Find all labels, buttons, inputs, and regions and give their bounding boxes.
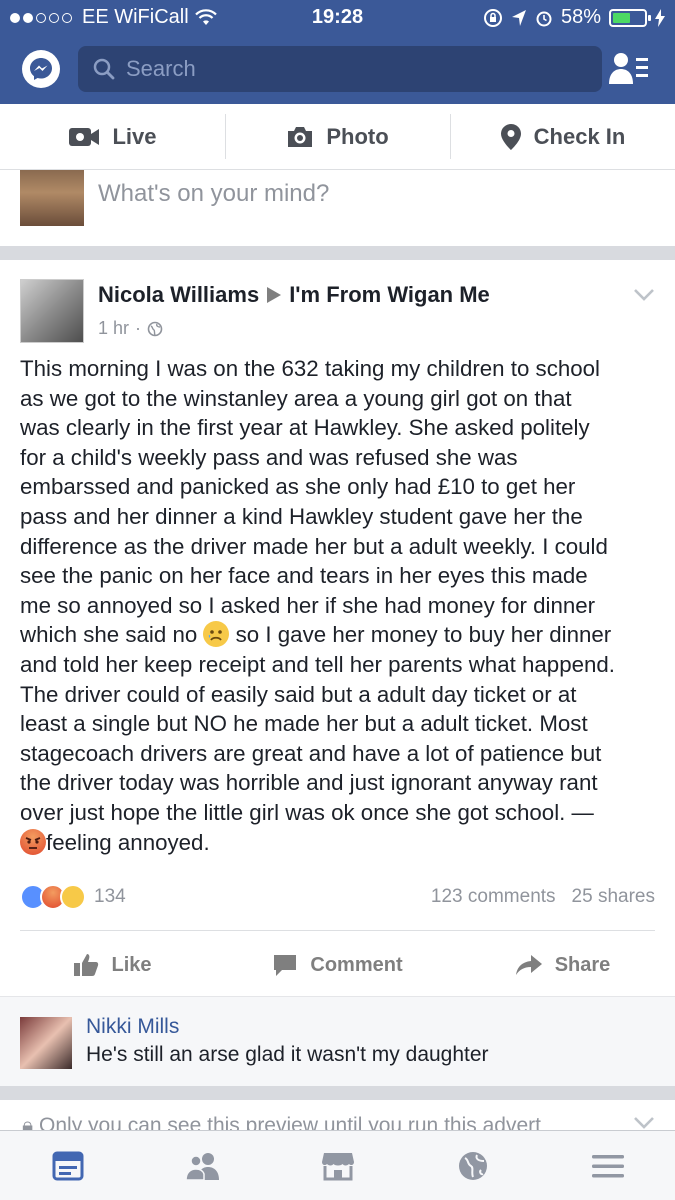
post-meta: 1 hr · (98, 318, 163, 339)
photo-button[interactable]: Photo (225, 104, 450, 169)
angry-face-emoji-icon (20, 828, 46, 855)
share-label: Share (554, 953, 611, 976)
thumbs-up-icon (74, 954, 99, 976)
battery-percent: 58% (560, 6, 601, 28)
tab-marketplace[interactable] (270, 1131, 405, 1200)
location-pin-icon (500, 123, 521, 150)
live-label: Live (112, 123, 157, 149)
like-button[interactable]: Like (0, 936, 225, 994)
sad-reaction-icon (60, 884, 86, 910)
tab-news-feed[interactable] (0, 1131, 135, 1200)
shares-count[interactable]: 25 shares (572, 886, 655, 908)
composer-input-row[interactable]: What's on your mind? (0, 170, 675, 246)
rotation-lock-icon (483, 8, 502, 27)
location-arrow-icon (511, 9, 526, 26)
advert-preview-notice: Only you can see this preview until you … (39, 1114, 541, 1130)
preview-lock-icon: 🔒︎ (22, 1114, 34, 1130)
crying-face-emoji-icon (203, 621, 230, 648)
friend-requests-icon[interactable] (609, 52, 649, 86)
friends-icon (184, 1152, 219, 1180)
composer-actions: Live Photo Check In (0, 104, 675, 170)
news-feed-icon (52, 1151, 83, 1180)
status-bar: EE WiFiCall 19:28 58% (0, 0, 675, 34)
charging-bolt-icon (655, 8, 665, 27)
check-in-label: Check In (533, 123, 626, 149)
post-actions: Like Comment Share (0, 936, 675, 994)
alarm-icon (536, 11, 552, 26)
comment-label: Comment (310, 953, 403, 976)
search-row (0, 44, 675, 94)
post-group-name[interactable]: I'm From Wigan Me (289, 282, 490, 308)
search-input[interactable] (126, 56, 566, 82)
post-author-avatar[interactable] (20, 279, 84, 343)
share-arrow-icon (515, 955, 542, 975)
post-body: This morning I was on the 632 taking my … (20, 354, 660, 857)
marketplace-icon (321, 1152, 354, 1180)
like-label: Like (111, 953, 152, 976)
tab-menu[interactable] (540, 1131, 675, 1200)
tab-notifications[interactable] (405, 1131, 540, 1200)
globe-icon (147, 321, 163, 336)
camera-icon (288, 126, 313, 147)
post-time[interactable]: 1 hr (98, 318, 129, 339)
messenger-icon[interactable] (22, 50, 60, 88)
feed-separator (0, 246, 675, 260)
composer-placeholder[interactable]: What's on your mind? (98, 180, 329, 208)
battery-icon (609, 8, 651, 27)
video-camera-icon (69, 127, 100, 146)
post-divider (20, 930, 655, 931)
engagement-counts: 123 comments 25 shares (431, 886, 655, 908)
check-in-button[interactable]: Check In (450, 104, 675, 169)
post-author-name[interactable]: Nicola Williams (98, 282, 259, 308)
share-button[interactable]: Share (450, 936, 675, 994)
comments-count[interactable]: 123 comments (431, 886, 556, 908)
next-feed-item: 🔒︎ Only you can see this preview until y… (0, 1100, 675, 1130)
post-body-part2: so I gave her money to buy her dinner an… (20, 622, 615, 825)
posted-to-arrow-icon (267, 287, 282, 303)
status-right: 58% (483, 6, 665, 29)
meta-dot: · (135, 318, 142, 338)
post-options-chevron-icon[interactable] (633, 288, 655, 302)
menu-icon (591, 1154, 624, 1177)
comment-button[interactable]: Comment (225, 936, 450, 994)
live-button[interactable]: Live (0, 104, 225, 169)
reactions-row: 134 123 comments 25 shares (20, 882, 655, 912)
feed-post: Nicola Williams I'm From Wigan Me 1 hr ·… (0, 260, 675, 1086)
photo-label: Photo (326, 123, 389, 149)
search-bar[interactable] (78, 46, 602, 92)
comment-author-name[interactable]: Nikki Mills (86, 1015, 179, 1039)
tab-friends[interactable] (135, 1131, 270, 1200)
top-header: EE WiFiCall 19:28 58% (0, 0, 675, 104)
composer-avatar (20, 170, 84, 226)
post-header: Nicola Williams I'm From Wigan Me (98, 282, 490, 308)
next-item-chevron-icon[interactable] (633, 1116, 655, 1130)
search-icon (93, 58, 115, 80)
comment-preview: Nikki Mills He's still an arse glad it w… (0, 996, 675, 1086)
feed-separator (0, 1086, 675, 1100)
comment-author-avatar[interactable] (20, 1017, 72, 1069)
reaction-count[interactable]: 134 (94, 886, 126, 908)
post-body-part1: This morning I was on the 632 taking my … (20, 356, 608, 648)
comment-text: He's still an arse glad it wasn't my dau… (86, 1043, 489, 1066)
reaction-icons[interactable] (20, 884, 86, 910)
next-item-text: 🔒︎ Only you can see this preview until y… (22, 1114, 541, 1130)
bottom-tab-bar (0, 1130, 675, 1200)
post-feeling: feeling annoyed. (46, 829, 210, 855)
comment-bubble-icon (274, 955, 297, 976)
notifications-globe-icon (458, 1151, 487, 1180)
